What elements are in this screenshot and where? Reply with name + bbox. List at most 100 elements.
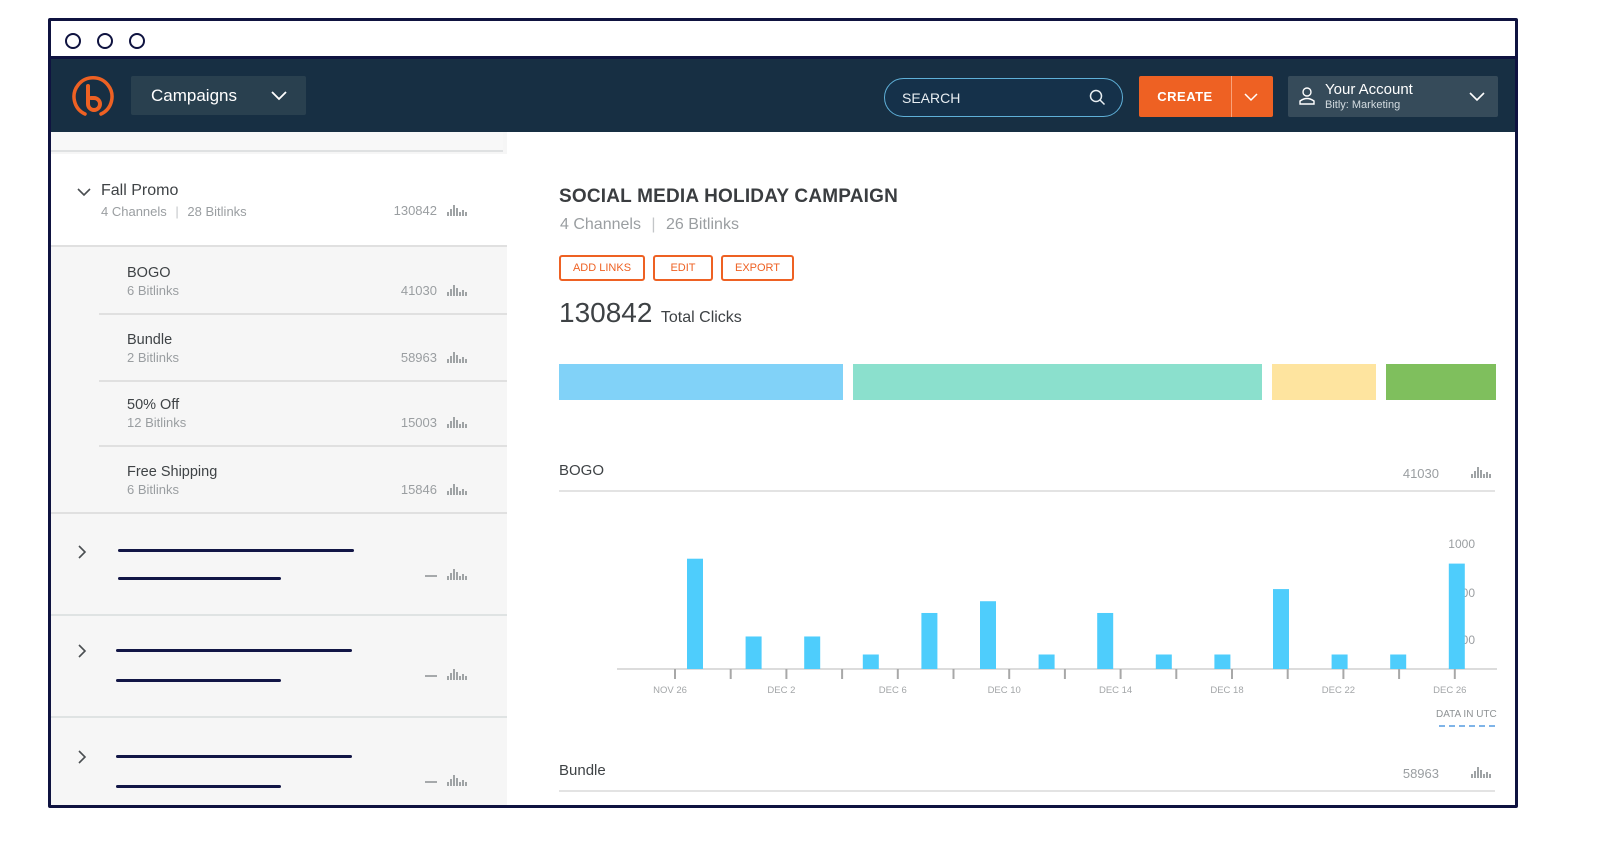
chart-title: Bundle bbox=[559, 762, 606, 779]
bogo-bar-chart: NOV 26 DEC 2 DEC 6 DEC 10 DEC 14 DEC 18 DEC 22… bbox=[617, 537, 1497, 696]
campaign-item-fall-promo[interactable]: Fall Promo 4 Channels | 28 Bitlinks 1308… bbox=[51, 154, 507, 247]
sparkline-icon[interactable] bbox=[447, 668, 469, 680]
campaign-bitlinks: 28 Bitlinks bbox=[187, 204, 247, 219]
chart-bar[interactable] bbox=[1390, 654, 1407, 670]
placeholder-meta-line bbox=[116, 679, 281, 682]
create-button-group: CREATE bbox=[1139, 76, 1273, 117]
chart-bar[interactable] bbox=[1273, 589, 1289, 669]
x-tick-label: DEC 14 bbox=[1099, 685, 1132, 696]
sparkline-icon[interactable] bbox=[1471, 766, 1493, 778]
chevron-right-icon[interactable] bbox=[77, 749, 87, 765]
placeholder-title-line bbox=[116, 649, 352, 652]
x-tick-label: DEC 18 bbox=[1210, 685, 1243, 696]
chart-header-bundle: Bundle 58963 bbox=[559, 762, 1495, 792]
chart-bar[interactable] bbox=[1448, 563, 1465, 669]
sparkline-icon[interactable] bbox=[447, 568, 469, 580]
channel-click-count: 41030 bbox=[400, 283, 437, 298]
chart-bar[interactable] bbox=[687, 558, 703, 669]
window-control-close[interactable] bbox=[65, 33, 81, 49]
utc-note-underline bbox=[1439, 725, 1495, 727]
channel-title: Bundle bbox=[127, 332, 173, 348]
channel-title: BOGO bbox=[127, 265, 171, 281]
x-tick-label: NOV 26 bbox=[653, 685, 687, 696]
x-tick-label: DEC 22 bbox=[1322, 685, 1355, 696]
sparkline-icon[interactable] bbox=[447, 774, 469, 786]
placeholder-title-line bbox=[116, 755, 352, 758]
chevron-down-icon bbox=[1469, 92, 1485, 102]
campaign-channels: 4 Channels bbox=[101, 204, 167, 219]
window-control-maximize[interactable] bbox=[129, 33, 145, 49]
sparkline-icon[interactable] bbox=[447, 351, 469, 363]
search-input[interactable]: SEARCH bbox=[884, 78, 1123, 117]
channel-title: 50% Off bbox=[127, 397, 180, 413]
window-control-minimize[interactable] bbox=[97, 33, 113, 49]
create-button[interactable]: CREATE bbox=[1139, 76, 1231, 117]
placeholder-meta-line bbox=[118, 577, 281, 580]
chart-bar[interactable] bbox=[1097, 612, 1114, 669]
campaign-sidebar: Fall Promo 4 Channels | 28 Bitlinks 1308… bbox=[51, 132, 507, 805]
search-icon[interactable] bbox=[1089, 89, 1106, 106]
sparkline-icon[interactable] bbox=[447, 483, 469, 495]
chart-bar[interactable] bbox=[1155, 654, 1172, 670]
chart-bar[interactable] bbox=[745, 636, 762, 669]
x-tick-label: DEC 26 bbox=[1433, 685, 1466, 696]
channel-item-bogo[interactable]: BOGO 6 Bitlinks 41030 bbox=[99, 249, 507, 315]
search-placeholder: SEARCH bbox=[902, 89, 961, 106]
chevron-down-icon bbox=[271, 91, 287, 101]
account-name: Your Account bbox=[1325, 81, 1413, 98]
sidebar-top-strip bbox=[51, 132, 503, 152]
sparkline-icon[interactable] bbox=[447, 416, 469, 428]
sparkline-icon[interactable] bbox=[447, 284, 469, 296]
x-tick-label: DEC 6 bbox=[879, 685, 907, 696]
campaign-click-count: 130842 bbox=[393, 203, 437, 218]
x-tick-label: DEC 10 bbox=[988, 685, 1021, 696]
channel-bitlinks: 2 Bitlinks bbox=[127, 350, 180, 365]
channel-click-count: 15846 bbox=[400, 482, 437, 497]
utc-note: DATA IN UTC bbox=[1436, 709, 1497, 720]
placeholder-meta-line bbox=[116, 785, 281, 788]
chart-click-count: 58963 bbox=[1402, 766, 1439, 781]
chevron-down-icon[interactable] bbox=[77, 186, 91, 198]
chart-bar[interactable] bbox=[1331, 654, 1348, 670]
create-button-divider bbox=[1231, 76, 1232, 117]
y-tick-label: 1000 bbox=[1448, 537, 1475, 551]
user-icon bbox=[1299, 87, 1315, 105]
account-dropdown[interactable]: Your Account Bitly: Marketing bbox=[1288, 76, 1498, 117]
meta-separator: | bbox=[175, 204, 179, 219]
window-titlebar bbox=[51, 21, 1515, 59]
campaign-item-collapsed[interactable] bbox=[51, 722, 507, 805]
chart-bar[interactable] bbox=[921, 612, 938, 669]
channel-bitlinks: 12 Bitlinks bbox=[127, 415, 187, 430]
channel-item-bundle[interactable]: Bundle 2 Bitlinks 58963 bbox=[99, 316, 507, 382]
channel-bitlinks: 6 Bitlinks bbox=[127, 482, 180, 497]
channel-title: Free Shipping bbox=[127, 464, 218, 480]
chevron-right-icon[interactable] bbox=[77, 643, 87, 659]
bitly-logo-icon[interactable] bbox=[71, 75, 115, 119]
campaign-item-collapsed[interactable] bbox=[51, 618, 507, 718]
chart-bar[interactable] bbox=[1214, 654, 1231, 670]
sparkline-icon[interactable] bbox=[447, 204, 469, 216]
channel-item-50-off[interactable]: 50% Off 12 Bitlinks 15003 bbox=[99, 381, 507, 447]
x-tick-label: DEC 2 bbox=[767, 685, 795, 696]
channel-item-free-shipping[interactable]: Free Shipping 6 Bitlinks 15846 bbox=[51, 448, 507, 514]
placeholder-count-dash bbox=[425, 675, 437, 677]
browser-window: Campaigns SEARCH CREATE Your Account Bit… bbox=[48, 18, 1518, 808]
account-org: Bitly: Marketing bbox=[1325, 99, 1401, 111]
create-dropdown-chevron-icon[interactable] bbox=[1243, 89, 1259, 105]
campaign-meta: 4 Channels | 28 Bitlinks bbox=[101, 204, 247, 219]
campaign-title: Fall Promo bbox=[101, 182, 179, 199]
campaigns-dropdown[interactable]: Campaigns bbox=[131, 76, 306, 115]
channel-click-count: 58963 bbox=[400, 350, 437, 365]
placeholder-count-dash bbox=[425, 575, 437, 577]
chart-bar[interactable] bbox=[1038, 654, 1055, 670]
placeholder-count-dash bbox=[425, 781, 437, 783]
chart-bar[interactable] bbox=[980, 601, 996, 669]
chevron-right-icon[interactable] bbox=[77, 544, 87, 560]
campaign-detail-panel: SOCIAL MEDIA HOLIDAY CAMPAIGN 4 Channels… bbox=[507, 132, 1515, 805]
campaign-item-collapsed[interactable] bbox=[51, 516, 507, 616]
chart-bar[interactable] bbox=[862, 654, 879, 670]
chart-bar[interactable] bbox=[804, 636, 821, 669]
placeholder-title-line bbox=[118, 549, 354, 552]
channel-click-count: 15003 bbox=[400, 415, 437, 430]
top-navbar: Campaigns SEARCH CREATE Your Account Bit… bbox=[51, 59, 1515, 132]
